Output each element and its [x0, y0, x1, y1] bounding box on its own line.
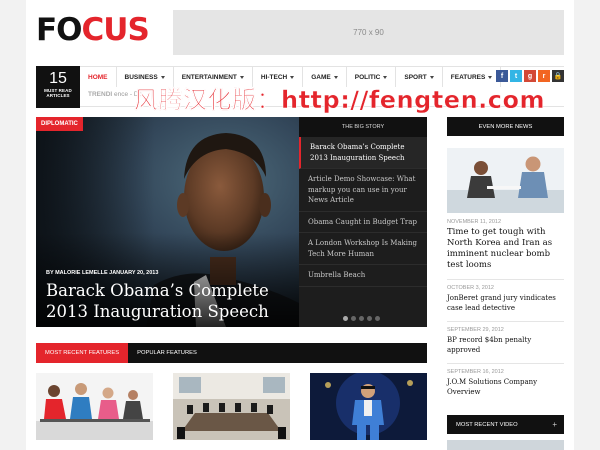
category-tag[interactable]: Diplomatic — [36, 117, 83, 131]
slider-pagination — [343, 316, 380, 321]
chevron-down-icon — [429, 75, 434, 79]
hero-slider[interactable]: Diplomatic By Malorie Lemelle January 20… — [36, 117, 427, 327]
news-title[interactable]: BP record $4bn penalty approved — [447, 335, 564, 355]
big-story-item[interactable]: Article Demo Showcase: What markup you c… — [299, 169, 427, 212]
news-title[interactable]: JonBeret grand jury vindicates case lead… — [447, 293, 564, 313]
must-read-counter[interactable]: 15 MUST READ ARTICLES — [36, 66, 80, 108]
must-read-label: MUST READ ARTICLES — [44, 88, 72, 98]
expand-icon[interactable]: + — [552, 420, 557, 429]
chevron-down-icon — [383, 75, 388, 79]
nav-item-home[interactable]: Home — [80, 67, 117, 87]
news-date: September 29, 2012 — [447, 327, 504, 333]
news-date: September 16, 2012 — [447, 369, 504, 375]
feature-thumb-meeting-room[interactable] — [173, 373, 290, 440]
features-tabs: Most Recent Features Popular Features — [36, 343, 427, 363]
chevron-down-icon — [290, 75, 295, 79]
slider-dot[interactable] — [367, 316, 372, 321]
site-logo[interactable]: FOCUS — [36, 14, 150, 46]
tab-popular-features[interactable]: Popular Features — [128, 343, 206, 363]
big-story-item[interactable]: A London Workshop Is Making Tech More Hu… — [299, 233, 427, 265]
slider-dot[interactable] — [351, 316, 356, 321]
slider-dot[interactable] — [359, 316, 364, 321]
hero-title[interactable]: Barack Obama’s Complete 2013 Inauguratio… — [46, 280, 296, 322]
lock-icon[interactable]: 🔒 — [552, 70, 564, 82]
big-story-heading: The Big Story — [299, 117, 427, 137]
video-thumbnail[interactable] — [447, 440, 564, 450]
sidebar-news-item: October 3, 2012 JonBeret grand jury vindi… — [447, 279, 564, 313]
chevron-down-icon — [239, 75, 244, 79]
ad-banner-placeholder[interactable]: 770 x 90 — [173, 10, 564, 55]
sidebar-lead-date: November 11, 2012 — [447, 219, 502, 225]
must-read-count: 15 — [49, 70, 67, 87]
tab-most-recent-features[interactable]: Most Recent Features — [36, 343, 129, 363]
sidebar-lead-image[interactable] — [447, 148, 564, 213]
most-recent-video-heading: Most Recent Video + — [447, 415, 564, 434]
nav-item-label: Home — [88, 73, 108, 81]
page: FOCUS 770 x 90 15 MUST READ ARTICLES Hom… — [26, 0, 574, 450]
sidebar-news-list: October 3, 2012 JonBeret grand jury vindi… — [447, 279, 564, 397]
news-date: October 3, 2012 — [447, 285, 494, 291]
sidebar-lead-title[interactable]: Time to get tough with North Korea and I… — [447, 227, 564, 271]
feature-thumb-performer[interactable] — [310, 373, 427, 440]
chevron-down-icon — [333, 75, 338, 79]
big-story-item[interactable]: Barack Obama’s Complete 2013 Inauguratio… — [299, 137, 427, 169]
big-story-list: Barack Obama’s Complete 2013 Inauguratio… — [299, 137, 427, 287]
big-story-item[interactable]: Umbrella Beach — [299, 265, 427, 287]
sidebar-news-item: September 29, 2012 BP record $4bn penalty… — [447, 321, 564, 355]
trending-label: TRENDI — [88, 91, 113, 98]
feature-thumb-spinning-class[interactable] — [36, 373, 153, 440]
big-story-panel: The Big Story Barack Obama’s Complete 20… — [299, 117, 427, 327]
sidebar: Even More News November 11, 2012 Time to… — [447, 117, 564, 397]
hero-byline: By Malorie Lemelle January 20, 2013 — [46, 270, 159, 276]
chevron-down-icon — [160, 75, 165, 79]
sidebar-news-item: September 16, 2012 J.O.M Solutions Compan… — [447, 363, 564, 397]
big-story-item[interactable]: Obama Caught in Budget Trap — [299, 212, 427, 233]
news-title[interactable]: J.O.M Solutions Company Overview — [447, 377, 564, 397]
chevron-down-icon — [488, 75, 493, 79]
watermark-overlay: 风腾汉化版：http://fengten.com — [134, 86, 545, 114]
sidebar-heading: Even More News — [447, 117, 564, 136]
slider-dot[interactable] — [343, 316, 348, 321]
slider-dot[interactable] — [375, 316, 380, 321]
